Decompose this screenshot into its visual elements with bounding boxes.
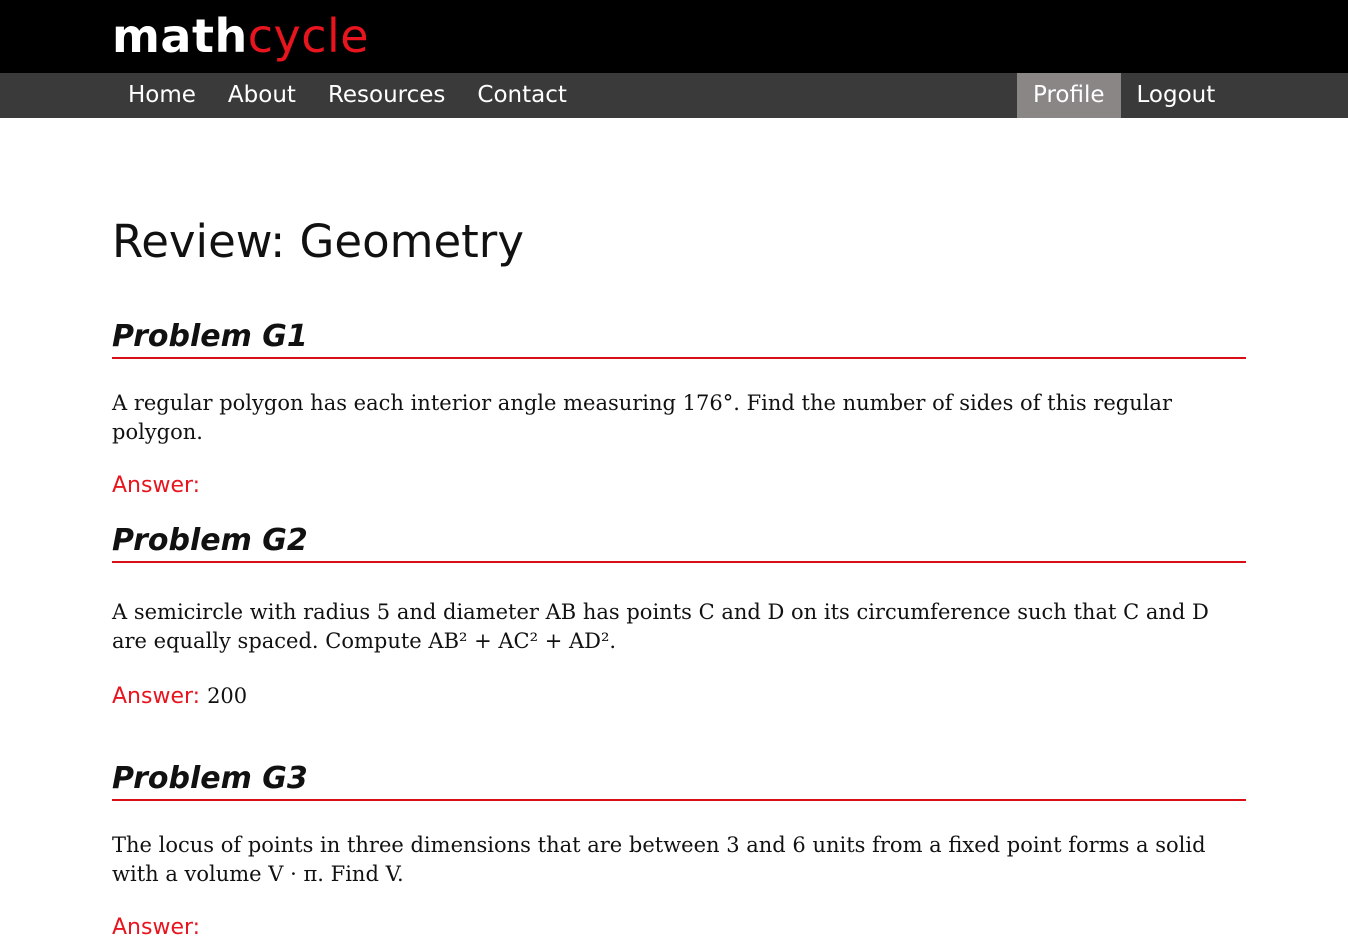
logo-cycle: cycle — [247, 9, 370, 63]
answer-label: Answer: — [112, 915, 201, 940]
nav-about[interactable]: About — [212, 73, 312, 118]
page-title: Review: Geometry — [112, 215, 524, 268]
problem-title: Problem G1 — [112, 319, 1246, 359]
answer-label: Answer: — [112, 684, 201, 709]
nav-bar: Home About Resources Contact Profile Log… — [0, 73, 1348, 118]
problem-g1: Problem G1 A regular polygon has each in… — [112, 319, 1246, 500]
nav-contact[interactable]: Contact — [461, 73, 582, 118]
problem-g2: Problem G2 A semicircle with radius 5 an… — [112, 523, 1246, 711]
answer-line: Answer: 200 — [112, 682, 1246, 711]
site-logo[interactable]: mathcycle — [112, 6, 369, 66]
problem-title: Problem G2 — [112, 523, 1246, 563]
answer-value: 200 — [207, 684, 248, 708]
logo-math: math — [112, 9, 248, 63]
nav-profile[interactable]: Profile — [1017, 73, 1121, 118]
nav-home[interactable]: Home — [112, 73, 212, 118]
problem-title: Problem G3 — [112, 761, 1246, 801]
answer-label: Answer: — [112, 473, 201, 498]
problem-g3: Problem G3 The locus of points in three … — [112, 761, 1246, 942]
nav-logout[interactable]: Logout — [1121, 73, 1232, 118]
nav-right: Profile Logout — [1017, 73, 1231, 118]
main-content: Review: Geometry Problem G1 A regular po… — [112, 118, 1246, 940]
top-bar: mathcycle — [0, 0, 1348, 73]
problem-text: A semicircle with radius 5 and diameter … — [112, 600, 1209, 653]
answer-line: Answer: — [112, 913, 1246, 942]
nav-resources[interactable]: Resources — [312, 73, 461, 118]
problem-text: A regular polygon has each interior angl… — [112, 391, 1172, 444]
answer-line: Answer: — [112, 471, 1246, 500]
problem-text: The locus of points in three dimensions … — [112, 833, 1206, 886]
nav-left: Home About Resources Contact — [112, 73, 583, 118]
